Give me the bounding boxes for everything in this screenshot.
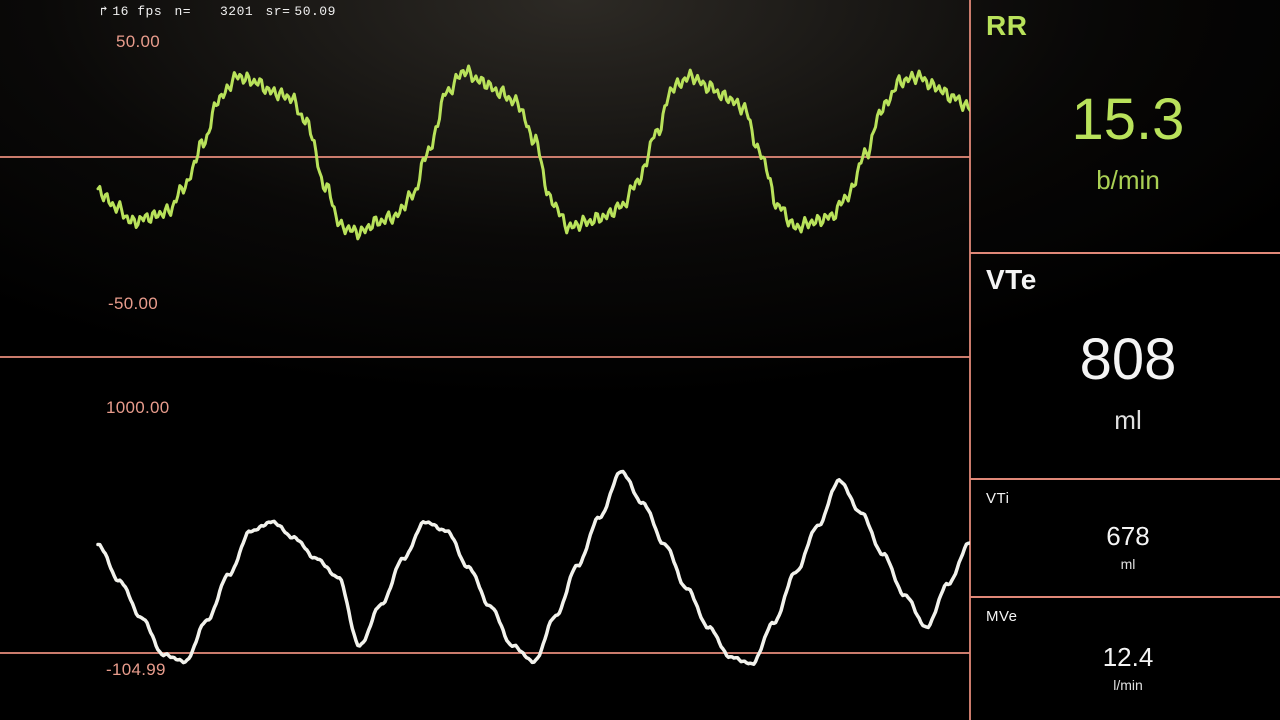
n-label: n=	[174, 4, 191, 19]
tile-VTe-unit: ml	[1114, 405, 1141, 436]
volume-ytick-top: 1000.00	[106, 398, 170, 418]
sr-label: sr=	[266, 4, 291, 19]
waveform-area: 50.00 -50.00 1000.00 -104.99	[0, 0, 970, 720]
flow-chart: 50.00 -50.00	[0, 0, 970, 360]
tile-RR-value: 15.3	[1072, 90, 1185, 151]
status-bar: ↱ 16 fps n= 3201 sr=50.09	[100, 4, 340, 19]
n-value: 3201	[220, 4, 253, 19]
tile-RR-unit: b/min	[1096, 165, 1160, 196]
volume-ytick-bottom: -104.99	[106, 660, 166, 680]
cursor-icon: ↱	[100, 4, 108, 19]
tile-MVe-label: MVe	[986, 608, 1270, 625]
tile-VTI-label: VTi	[986, 490, 1270, 507]
tile-VTI-value: 678	[1106, 523, 1149, 550]
tile-MVe-unit: l/min	[1113, 677, 1143, 693]
sr-value: 50.09	[294, 4, 336, 19]
tile-VTe: VTe 808 ml	[970, 254, 1280, 480]
tile-VTI: VTi 678 ml	[970, 480, 1280, 598]
tile-VTe-value: 808	[1080, 330, 1177, 391]
monitor-screen: ↱ 16 fps n= 3201 sr=50.09 50.00 -50.00 10…	[0, 0, 1280, 720]
fps-readout: 16 fps	[112, 4, 162, 19]
numeric-panel: RR 15.3 b/min VTe 808 ml VTi 678 ml MVe …	[970, 0, 1280, 720]
tile-VTe-label: VTe	[986, 264, 1270, 296]
volume-chart: 1000.00 -104.99	[0, 360, 970, 720]
flow-ytick-bottom: -50.00	[108, 294, 158, 314]
tile-MVe: MVe 12.4 l/min	[970, 598, 1280, 720]
tile-VTI-unit: ml	[1121, 556, 1136, 572]
flow-ytick-top: 50.00	[116, 32, 160, 52]
tile-RR: RR 15.3 b/min	[970, 0, 1280, 254]
tile-RR-label: RR	[986, 10, 1270, 42]
tile-MVe-value: 12.4	[1103, 644, 1154, 671]
